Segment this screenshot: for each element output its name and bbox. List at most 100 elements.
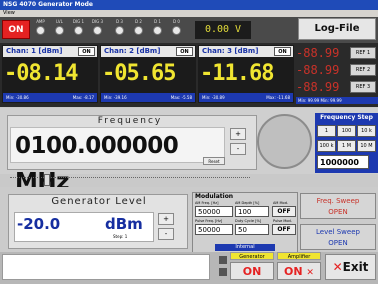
step-10k-button[interactable]: 10 k — [357, 125, 376, 137]
indicator-d0: D 0 — [169, 19, 184, 41]
channel-minmax: Min: -30.89 Max: -11.68 — [199, 93, 293, 102]
generator-level-label: Generator Level — [51, 196, 147, 207]
indicator-label: AMP — [36, 19, 45, 24]
indicator-dig3: DIG 3 — [90, 19, 105, 41]
am-depth-input[interactable]: 100 — [235, 206, 269, 217]
duty-cycle-label: Duty Cycle [%] — [235, 219, 262, 223]
channel-1-panel: Chan: 1 [dBm] ON -08.14 Min: -30.86 Max: … — [2, 45, 98, 103]
channel-on-button[interactable]: ON — [176, 47, 193, 56]
generator-level-unit: dBm — [105, 215, 143, 233]
am-freq-input[interactable]: 50000 — [195, 206, 233, 217]
channel-max: Max: -11.68 — [266, 95, 290, 100]
frequency-step-title: Frequency Step — [320, 114, 373, 121]
indicator-led-icon — [172, 26, 181, 35]
channel-max: Max: -8.17 — [72, 95, 94, 100]
exit-label: Exit — [342, 260, 369, 274]
am-depth-label: AM Depth [%] — [235, 201, 260, 205]
channel-title-text: Chan: 3 [dBm] — [202, 47, 259, 55]
duty-cycle-input[interactable]: 50 — [235, 224, 269, 235]
ref-2-button[interactable]: REF 2 — [350, 64, 376, 76]
channel-title: Chan: 3 [dBm] ON — [199, 46, 293, 57]
ref-3-row: -88.99 REF 3 — [296, 79, 378, 95]
channel-min: Min: -39.16 — [104, 95, 127, 100]
step-100-button[interactable]: 100 — [337, 125, 356, 137]
voltage-display: 0.00 V — [195, 21, 251, 39]
freq-sweep-line1: Freq. Sweep — [316, 197, 360, 205]
freq-sweep-button[interactable]: Freq. Sweep OPEN — [300, 193, 376, 219]
channel-value: -11.68 — [200, 61, 274, 86]
generator-status-icon — [219, 268, 227, 276]
generator-status-icon — [219, 256, 227, 264]
indicator-label: D 1 — [154, 19, 161, 24]
frequency-step-input[interactable]: 1000000 — [317, 155, 369, 169]
ref-value: -88.99 — [296, 63, 340, 77]
generator-level-input[interactable]: -20.0 dBm Step: 1 — [14, 212, 154, 242]
rf-on-button[interactable]: ON — [2, 20, 30, 39]
step-10m-button[interactable]: 10 M — [357, 140, 376, 152]
channel-3-panel: Chan: 3 [dBm] ON -11.68 Min: -30.89 Max: … — [198, 45, 294, 103]
channel-title: Chan: 2 [dBm] ON — [101, 46, 195, 57]
channel-title: Chan: 1 [dBm] ON — [3, 46, 97, 57]
ref-minmax: Min: 99.99 Min: 99.99 — [296, 97, 378, 104]
channel-on-button[interactable]: ON — [274, 47, 291, 56]
freq-sweep-line2: OPEN — [328, 208, 348, 216]
generator-label: Generator — [230, 252, 274, 260]
internal-source-label: Internal — [215, 244, 275, 251]
channel-minmax: Min: -39.16 Max: -5.58 — [101, 93, 195, 102]
level-sweep-line2: OPEN — [328, 239, 348, 247]
indicator-d3: D 3 — [112, 19, 127, 41]
ref-1-button[interactable]: REF 1 — [350, 47, 376, 59]
step-1m-button[interactable]: 1 M — [337, 140, 356, 152]
level-up-button[interactable]: + — [158, 213, 174, 225]
channel-value: -08.14 — [4, 61, 78, 86]
indicator-label: DIG 1 — [72, 19, 85, 24]
generator-level-value: -20.0 — [17, 215, 61, 233]
amplifier-on-button[interactable]: ON ✕ — [277, 262, 321, 280]
indicator-led-icon — [36, 26, 45, 35]
level-down-button[interactable]: - — [158, 228, 174, 240]
generator-level-step: Step: 1 — [113, 234, 128, 239]
modulation-title: Modulation — [195, 193, 234, 200]
log-file-button[interactable]: Log-File — [298, 18, 376, 40]
close-icon: ✕ — [306, 268, 314, 278]
indicator-label: DIG 3 — [91, 19, 104, 24]
step-1-button[interactable]: 1 — [317, 125, 336, 137]
frequency-knob[interactable] — [257, 114, 312, 169]
pulse-freq-input[interactable]: 50000 — [195, 224, 233, 235]
indicator-led-icon — [153, 26, 162, 35]
frequency-input[interactable]: 0100.000000 MHz — [10, 127, 225, 195]
reset-button[interactable]: Reset — [203, 157, 225, 165]
pulse-mod-label: Pulse Mod. — [273, 219, 292, 223]
modulation-panel: Modulation AM Freq. [Hz] AM Depth [%] AM… — [192, 192, 298, 253]
indicator-d2: D 2 — [131, 19, 146, 41]
ref-2-row: -88.99 REF 2 — [296, 62, 378, 78]
level-sweep-line1: Level Sweep — [316, 228, 360, 236]
menu-view[interactable]: View — [0, 10, 378, 17]
channel-title-text: Chan: 1 [dBm] — [6, 47, 63, 55]
step-100k-button[interactable]: 100 k — [317, 140, 336, 152]
close-icon: ✕ — [332, 260, 343, 274]
pulse-mod-toggle[interactable]: OFF — [272, 224, 296, 235]
frequency-slider-thumb[interactable] — [44, 174, 50, 186]
generator-on-button[interactable]: ON — [230, 262, 274, 280]
indicator-amp: AMP — [33, 19, 48, 41]
ref-3-button[interactable]: REF 3 — [350, 81, 376, 93]
window-title: NSG 4070 Generator Mode — [0, 0, 378, 10]
level-sweep-button[interactable]: Level Sweep OPEN — [300, 224, 376, 250]
exit-button[interactable]: ✕Exit — [325, 254, 376, 280]
frequency-up-button[interactable]: + — [230, 128, 246, 140]
frequency-step-panel: Frequency Step 1 100 10 k 100 k 1 M 10 M… — [315, 113, 378, 173]
frequency-down-button[interactable]: - — [230, 143, 246, 155]
indicator-label: LVL — [56, 19, 63, 24]
channel-minmax: Min: -30.86 Max: -8.17 — [3, 93, 97, 102]
channel-min: Min: -30.89 — [202, 95, 225, 100]
message-textarea[interactable] — [2, 254, 210, 280]
indicator-label: D 2 — [135, 19, 142, 24]
channel-on-button[interactable]: ON — [78, 47, 95, 56]
indicator-d1: D 1 — [150, 19, 165, 41]
pulse-freq-label: Pulse Freq. [Hz] — [195, 219, 223, 223]
am-mod-toggle[interactable]: OFF — [272, 206, 296, 217]
indicator-label: D 0 — [173, 19, 180, 24]
amplifier-on-text: ON — [284, 265, 303, 278]
ref-value: -88.99 — [296, 46, 340, 60]
